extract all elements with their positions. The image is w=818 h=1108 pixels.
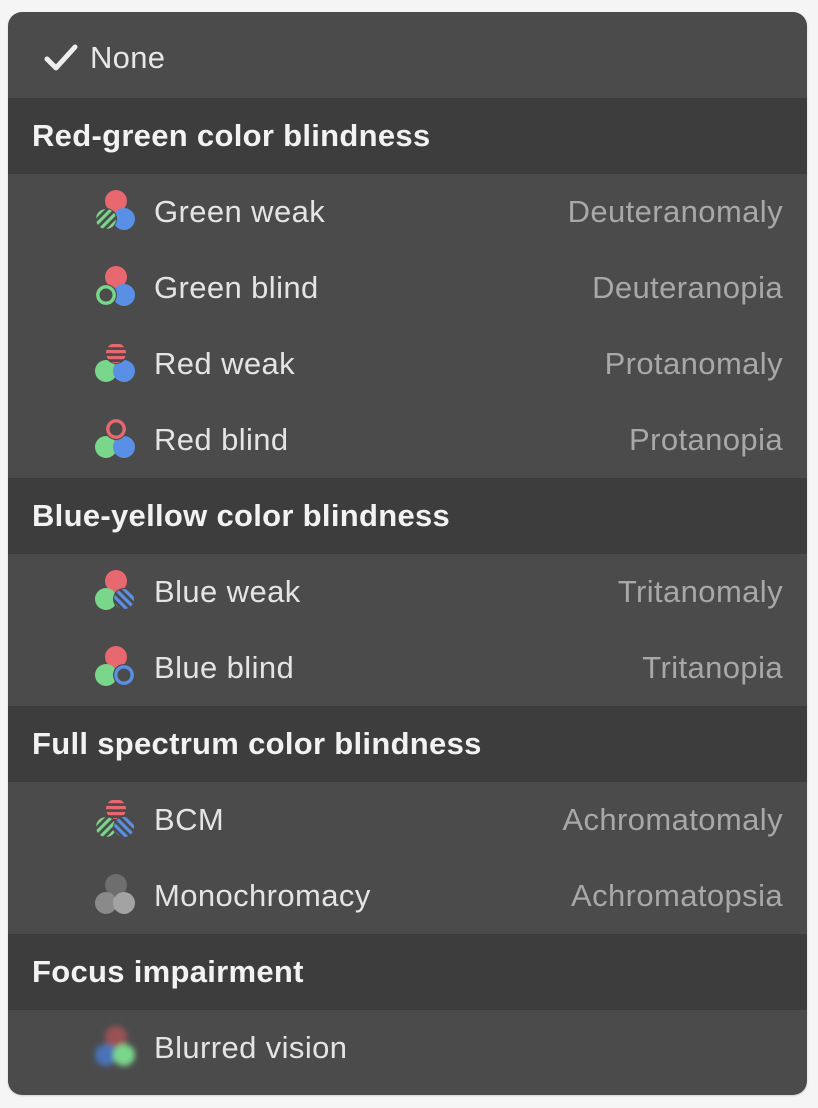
menu-item-label: Blurred vision (154, 1030, 348, 1065)
menu-item-label: Green weak (154, 194, 326, 229)
menu-item-sublabel: Tritanomaly (617, 574, 783, 609)
tritanomaly-icon (95, 570, 135, 610)
achromatomaly-icon (95, 798, 135, 838)
menu-item-sublabel: Achromatopsia (571, 878, 783, 913)
tritanopia-icon (95, 646, 135, 686)
menu-item-label: None (90, 40, 166, 75)
menu-item-label: BCM (154, 802, 225, 837)
menu-item-red-weak[interactable]: Red weak Protanomaly (8, 326, 807, 402)
menu-item-sublabel: Deuteranopia (592, 270, 783, 305)
checkmark-icon (44, 44, 78, 71)
menu-item-sublabel: Protanopia (629, 422, 783, 457)
menu-item-bcm[interactable]: BCM Achromatomaly (8, 782, 807, 858)
deuteranopia-icon (95, 266, 135, 306)
menu-item-green-weak[interactable]: Green weak Deuteranomaly (8, 174, 807, 250)
deuteranomaly-icon (95, 190, 135, 230)
section-header-blue-yellow: Blue-yellow color blindness (8, 478, 807, 554)
menu-item-label: Green blind (154, 270, 319, 305)
menu-item-red-blind[interactable]: Red blind Protanopia (8, 402, 807, 478)
menu-item-sublabel: Achromatomaly (562, 802, 783, 837)
menu-item-sublabel: Deuteranomaly (567, 194, 783, 229)
menu-item-sublabel: Tritanopia (642, 650, 783, 685)
menu-item-none[interactable]: None (8, 12, 807, 98)
menu-item-blurred-vision[interactable]: Blurred vision (8, 1010, 807, 1086)
blurred-vision-icon (95, 1026, 135, 1066)
section-header-focus-impairment: Focus impairment (8, 934, 807, 1010)
achromatopsia-icon (95, 874, 135, 914)
vision-simulation-menu: None Red-green color blindness Green wea… (8, 12, 807, 1095)
menu-item-monochromacy[interactable]: Monochromacy Achromatopsia (8, 858, 807, 934)
menu-item-sublabel: Protanomaly (604, 346, 783, 381)
menu-item-label: Blue blind (154, 650, 295, 685)
menu-item-label: Monochromacy (154, 878, 371, 913)
menu-item-blue-blind[interactable]: Blue blind Tritanopia (8, 630, 807, 706)
menu-item-blue-weak[interactable]: Blue weak Tritanomaly (8, 554, 807, 630)
menu-item-label: Blue weak (154, 574, 301, 609)
protanomaly-icon (95, 342, 135, 382)
section-header-red-green: Red-green color blindness (8, 98, 807, 174)
section-header-full-spectrum: Full spectrum color blindness (8, 706, 807, 782)
menu-item-label: Red blind (154, 422, 289, 457)
menu-item-label: Red weak (154, 346, 296, 381)
protanopia-icon (95, 418, 135, 458)
menu-item-green-blind[interactable]: Green blind Deuteranopia (8, 250, 807, 326)
